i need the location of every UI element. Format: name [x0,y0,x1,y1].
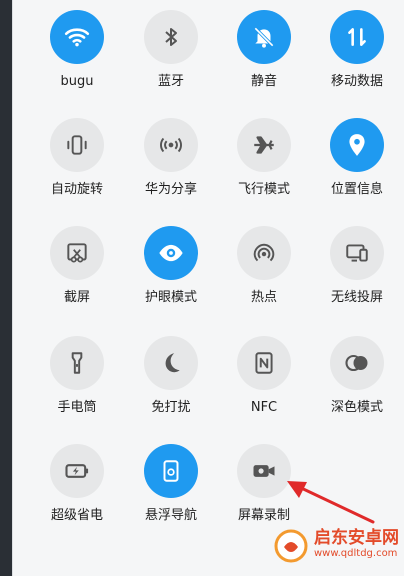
tile-mute[interactable]: 静音 [222,10,306,108]
dark-mode-icon [343,349,371,377]
tile-huawei-share[interactable]: 华为分享 [129,118,213,216]
auto-rotate-toggle-button[interactable] [50,118,104,172]
huawei-share-label: 华为分享 [144,182,197,197]
eye-icon [157,239,185,267]
nfc-label: NFC [250,400,278,415]
airplane-icon [251,132,277,158]
floating-dock-label: 悬浮导航 [144,508,197,523]
super-power-saving-label: 超级省电 [50,508,103,523]
bluetooth-icon [159,25,183,49]
auto-rotate-label: 自动旋转 [50,182,103,197]
video-camera-icon [250,457,278,485]
rotate-phone-icon [64,132,90,158]
watermark-title: 启东安卓网 [314,528,399,548]
mobile-data-toggle-button[interactable] [330,10,384,64]
tile-bluetooth[interactable]: 蓝牙 [129,10,213,108]
flashlight-toggle-button[interactable] [50,336,104,390]
tile-do-not-disturb[interactable]: 免打扰 [129,336,213,434]
mute-label: 静音 [250,74,277,89]
tile-eye-care[interactable]: 护眼模式 [129,226,213,324]
hotspot-label: 热点 [250,290,277,305]
hotspot-icon [251,240,277,266]
tile-screenshot[interactable]: 截屏 [35,226,119,324]
mobile-data-icon [344,24,370,50]
do-not-disturb-toggle-button[interactable] [144,336,198,390]
do-not-disturb-label: 免打扰 [151,400,191,415]
nfc-toggle-button[interactable] [237,336,291,390]
wireless-projection-label: 无线投屏 [330,290,383,305]
nfc-icon [251,350,277,376]
tile-wifi[interactable]: bugu [35,10,119,108]
huawei-share-toggle-button[interactable] [144,118,198,172]
quick-settings-panel: bugu 蓝牙 静音 移动数据自动旋转 华为分享 飞行模式 位置信息截屏 护眼模式 热点 无线投屏… [12,0,404,576]
floating-dock-toggle-button[interactable] [144,444,198,498]
airplane-label: 飞行模式 [237,182,290,197]
mute-toggle-button[interactable] [237,10,291,64]
tile-hotspot[interactable]: 热点 [222,226,306,324]
wifi-toggle-button[interactable] [50,10,104,64]
wireless-projection-toggle-button[interactable] [330,226,384,280]
moon-icon [158,350,184,376]
flashlight-icon [64,350,90,376]
eye-care-label: 护眼模式 [144,290,197,305]
mobile-data-label: 移动数据 [330,74,383,89]
watermark-url: www.qdltdg.com [314,548,398,559]
tile-location[interactable]: 位置信息 [315,118,399,216]
tile-airplane[interactable]: 飞行模式 [222,118,306,216]
wifi-label: bugu [60,74,94,89]
site-watermark: 启东安卓网 www.qdltdg.com [271,520,399,572]
floating-dock-icon [158,458,184,484]
tile-wireless-projection[interactable]: 无线投屏 [315,226,399,324]
watermark-logo-icon [274,529,308,563]
bluetooth-toggle-button[interactable] [144,10,198,64]
dark-mode-toggle-button[interactable] [330,336,384,390]
tile-nfc[interactable]: NFC [222,336,306,434]
flashlight-label: 手电筒 [57,400,97,415]
bell-mute-icon [251,24,277,50]
tile-dark-mode[interactable]: 深色模式 [315,336,399,434]
location-toggle-button[interactable] [330,118,384,172]
cast-screen-icon [344,240,370,266]
eye-care-toggle-button[interactable] [144,226,198,280]
screenshot-label: 截屏 [63,290,90,305]
battery-bolt-icon [63,457,91,485]
screenshot-toggle-button[interactable] [50,226,104,280]
tile-mobile-data[interactable]: 移动数据 [315,10,399,108]
wifi-icon [64,24,90,50]
share-wave-icon [158,132,184,158]
tile-super-power-saving[interactable]: 超级省电 [35,444,119,542]
tile-floating-dock[interactable]: 悬浮导航 [129,444,213,542]
super-power-saving-toggle-button[interactable] [50,444,104,498]
location-pin-icon [344,132,370,158]
dark-mode-label: 深色模式 [330,400,383,415]
bluetooth-label: 蓝牙 [157,74,184,89]
hotspot-toggle-button[interactable] [237,226,291,280]
airplane-toggle-button[interactable] [237,118,291,172]
screenshot-scissors-icon [64,240,90,266]
tile-flashlight[interactable]: 手电筒 [35,336,119,434]
location-label: 位置信息 [330,182,383,197]
tile-auto-rotate[interactable]: 自动旋转 [35,118,119,216]
